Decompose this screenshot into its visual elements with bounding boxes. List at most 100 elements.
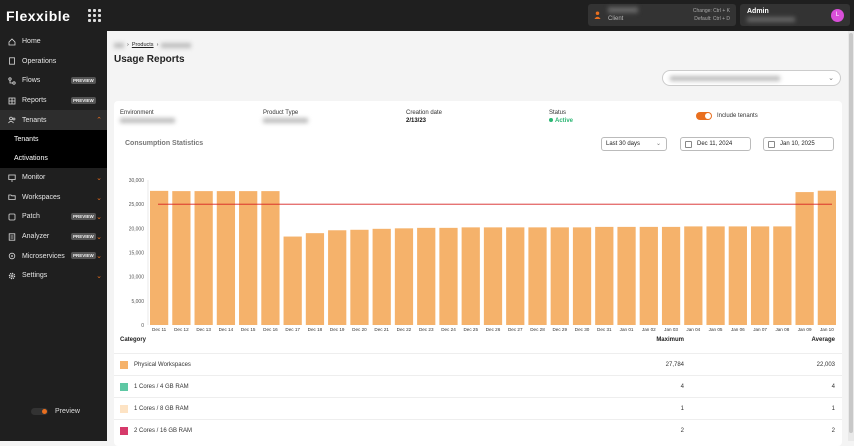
sidebar-subitem-activations[interactable]: Activations xyxy=(0,148,107,168)
sidebar: Home Operations Flows PREVIEW Reports PR… xyxy=(0,31,107,441)
chevron-down-icon: ⌄ xyxy=(96,174,102,182)
sidebar-item-patch[interactable]: Patch PREVIEW ⌄ xyxy=(0,207,107,227)
sidebar-item-tenants[interactable]: Tenants ⌃ xyxy=(0,110,107,130)
client-label: Client xyxy=(608,16,624,22)
sidebar-subitem-tenants[interactable]: Tenants xyxy=(0,129,107,149)
client-switcher[interactable]: Client Change: Ctrl + K Default: Ctrl + … xyxy=(588,4,736,26)
preview-toggle[interactable] xyxy=(31,408,48,415)
chart-bar[interactable] xyxy=(528,227,547,325)
chart-bar[interactable] xyxy=(172,191,191,325)
start-date-picker[interactable]: Dec 11, 2024 xyxy=(680,137,751,151)
chart-bar[interactable] xyxy=(261,191,280,325)
avatar[interactable]: L xyxy=(831,9,844,22)
status-label: Status xyxy=(549,110,567,116)
creation-date-value: 2/13/23 xyxy=(406,118,427,124)
chart-bar[interactable] xyxy=(194,191,213,325)
chart-bar[interactable] xyxy=(150,190,169,325)
tenant-select-value-blurred xyxy=(670,76,780,81)
creation-date-label: Creation date xyxy=(406,110,443,116)
calendar-icon xyxy=(768,140,775,148)
chart-bar[interactable] xyxy=(550,227,569,325)
chart-bar[interactable] xyxy=(750,226,770,325)
chart-bar[interactable] xyxy=(795,192,814,325)
table-row: 2 Cores / 16 GB RAM 2 2 xyxy=(114,419,842,441)
x-tick-label: Jan 08 xyxy=(775,327,789,332)
chart-bar[interactable] xyxy=(595,226,614,325)
chart-bar[interactable] xyxy=(483,227,503,325)
chart-bar[interactable] xyxy=(706,226,725,325)
x-tick-label: Dec 18 xyxy=(308,327,323,332)
sidebar-item-monitor[interactable]: Monitor ⌄ xyxy=(0,168,107,188)
consumption-title: Consumption Statistics xyxy=(125,140,204,147)
sidebar-item-flows[interactable]: Flows PREVIEW xyxy=(0,71,107,91)
breadcrumb-blurred[interactable] xyxy=(114,42,124,48)
x-tick-label: Dec 31 xyxy=(597,327,612,332)
chart-bar[interactable] xyxy=(216,191,236,325)
chart-bar[interactable] xyxy=(728,226,747,325)
chevron-down-icon: ⌄ xyxy=(96,233,102,241)
patch-icon xyxy=(8,213,16,221)
admin-email-blurred xyxy=(747,17,795,22)
include-tenants-toggle[interactable] xyxy=(696,112,712,120)
app-grid-icon[interactable] xyxy=(88,9,101,22)
y-tick-label: 5,000 xyxy=(131,299,144,305)
top-bar: Flexxible Client Change: Ctrl + K Defaul… xyxy=(0,0,854,31)
range-select[interactable]: Last 30 days ⌄ xyxy=(601,137,667,151)
chart-bar[interactable] xyxy=(817,190,836,325)
chart-bar[interactable] xyxy=(773,226,792,325)
gear-icon xyxy=(8,272,16,280)
x-tick-label: Dec 15 xyxy=(241,327,256,332)
scrollbar-thumb[interactable] xyxy=(849,33,853,433)
sidebar-item-home[interactable]: Home xyxy=(0,32,107,52)
monitor-icon xyxy=(8,174,16,182)
x-tick-label: Dec 17 xyxy=(285,327,300,332)
chart-bar[interactable] xyxy=(617,226,636,325)
sidebar-item-workspaces[interactable]: Workspaces ⌄ xyxy=(0,188,107,208)
breadcrumb-products[interactable]: Products xyxy=(132,42,154,48)
main-content: › Products › Usage Reports ⌄ Environment… xyxy=(107,31,848,446)
brand-logo[interactable]: Flexxible xyxy=(6,8,70,24)
microservices-icon xyxy=(8,252,16,260)
end-date-picker[interactable]: Jan 10, 2025 xyxy=(763,137,834,151)
tenant-select[interactable]: ⌄ xyxy=(662,70,841,86)
scrollbar[interactable] xyxy=(848,31,854,441)
chevron-up-icon: ⌃ xyxy=(96,117,102,125)
sidebar-item-settings[interactable]: Settings ⌄ xyxy=(0,266,107,286)
sidebar-item-reports[interactable]: Reports PREVIEW xyxy=(0,91,107,111)
chart-bar[interactable] xyxy=(328,230,347,325)
y-tick-label: 20,000 xyxy=(129,226,145,232)
table-row: 1 Cores / 8 GB RAM 1 1 xyxy=(114,397,842,419)
x-tick-label: Jan 10 xyxy=(820,327,834,332)
preview-label: Preview xyxy=(55,408,80,415)
admin-label: Admin xyxy=(747,8,769,15)
chart-bar[interactable] xyxy=(394,228,414,325)
page-title: Usage Reports xyxy=(114,54,185,65)
chart-bar[interactable] xyxy=(439,227,458,325)
chart-bar[interactable] xyxy=(372,228,391,325)
chart-bar[interactable] xyxy=(661,226,681,325)
preview-badge: PREVIEW xyxy=(71,213,96,221)
admin-menu[interactable]: Admin L xyxy=(740,4,850,26)
client-shortcuts: Change: Ctrl + K Default: Ctrl + D xyxy=(692,8,730,22)
sidebar-item-microservices[interactable]: Microservices PREVIEW ⌄ xyxy=(0,246,107,266)
chart-bar[interactable] xyxy=(283,236,302,325)
chevron-down-icon: ⌄ xyxy=(96,214,102,222)
breadcrumb: › Products › xyxy=(114,42,192,48)
chart-bar[interactable] xyxy=(461,227,480,325)
chart-bar[interactable] xyxy=(350,229,369,325)
category-header: Category xyxy=(120,337,147,343)
chart-bar[interactable] xyxy=(506,227,525,325)
chart-bar[interactable] xyxy=(305,233,325,325)
home-icon xyxy=(8,38,16,46)
document-icon xyxy=(8,57,16,65)
average-header: Average xyxy=(811,337,835,343)
chart-bar[interactable] xyxy=(684,226,703,325)
x-tick-label: Dec 16 xyxy=(263,327,278,332)
chevron-down-icon: ⌄ xyxy=(828,75,834,82)
sidebar-item-operations[interactable]: Operations xyxy=(0,52,107,72)
chart-bar[interactable] xyxy=(239,191,258,325)
chart-bar[interactable] xyxy=(572,227,592,325)
chart-bar[interactable] xyxy=(639,226,658,325)
sidebar-item-analyzer[interactable]: Analyzer PREVIEW ⌄ xyxy=(0,227,107,247)
chart-bar[interactable] xyxy=(417,227,436,325)
